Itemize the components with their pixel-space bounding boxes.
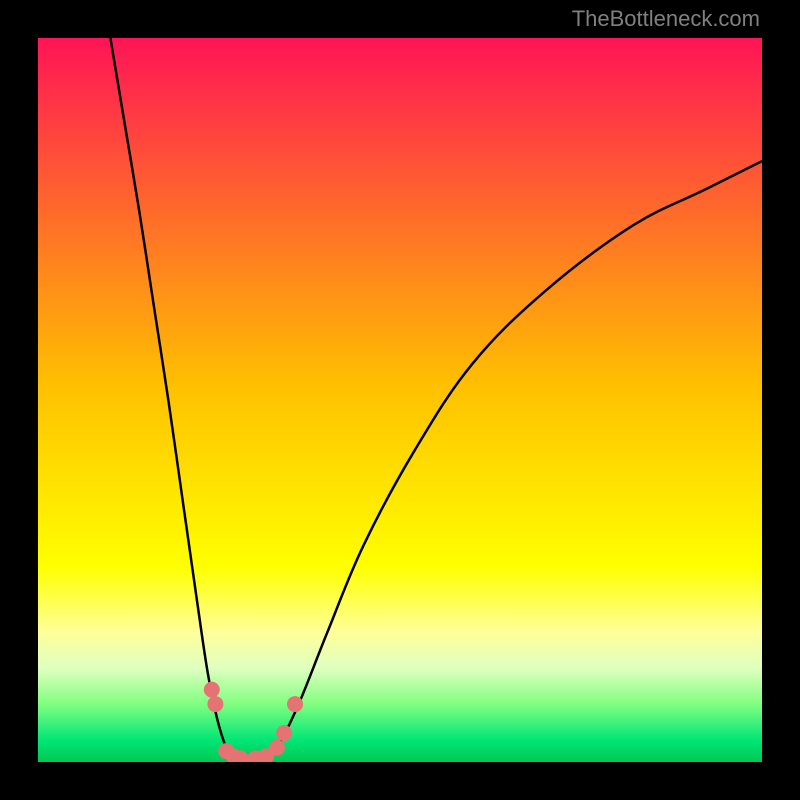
- data-marker: [269, 740, 285, 756]
- data-marker: [287, 696, 303, 712]
- data-marker: [204, 682, 220, 698]
- chart-container: TheBottleneck.com: [0, 0, 800, 800]
- curve-right-curve: [262, 161, 762, 762]
- watermark-text: TheBottleneck.com: [572, 6, 760, 32]
- data-marker: [207, 696, 223, 712]
- data-marker: [276, 725, 292, 741]
- curve-layer: [38, 38, 762, 762]
- curve-left-curve: [110, 38, 240, 762]
- plot-area: [38, 38, 762, 762]
